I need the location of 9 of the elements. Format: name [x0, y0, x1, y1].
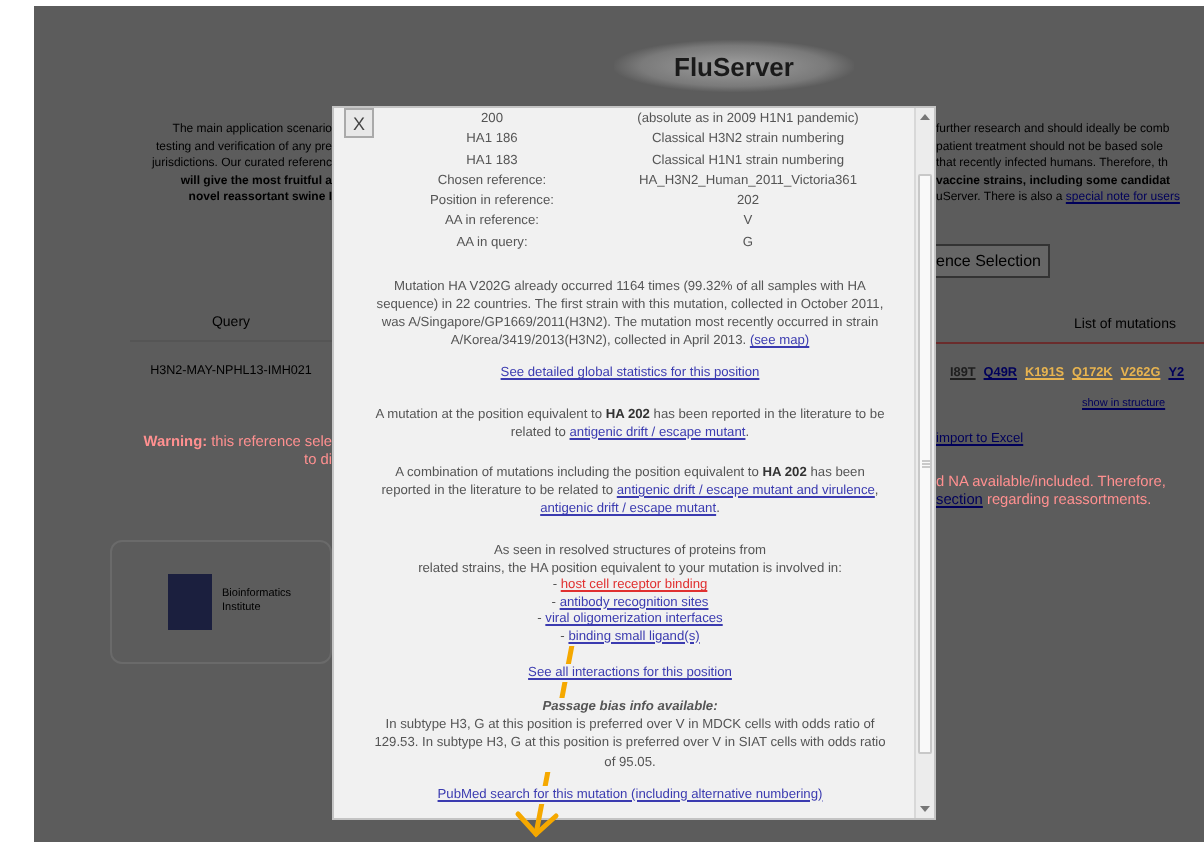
scroll-up-icon[interactable] [920, 114, 930, 120]
institute-logo-icon [168, 573, 212, 630]
site-logo[interactable]: FluServer [614, 40, 854, 92]
scrollbar[interactable] [914, 108, 934, 818]
grip-icon [921, 459, 929, 467]
scrollbar-thumb[interactable] [918, 173, 932, 753]
reference-selection-button[interactable]: ence Selection [936, 243, 1051, 278]
scroll-down-icon[interactable] [920, 806, 930, 812]
close-button[interactable]: X [344, 108, 374, 138]
